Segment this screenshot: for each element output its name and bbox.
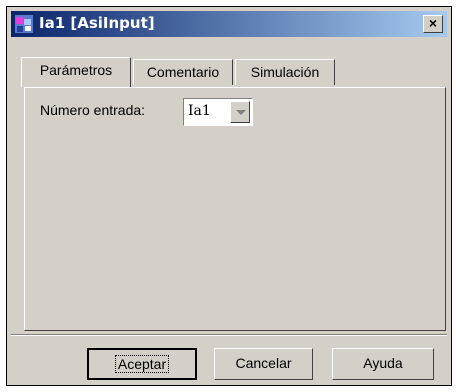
- close-icon: ×: [428, 15, 438, 31]
- tab-comentario-label: Comentario: [146, 64, 220, 80]
- close-button[interactable]: ×: [423, 15, 443, 33]
- cancel-button[interactable]: Cancelar: [214, 348, 313, 380]
- tab-simulacion[interactable]: Simulación: [235, 59, 335, 85]
- tab-parametros[interactable]: Parámetros: [21, 57, 131, 87]
- window-title: Ia1 [AsiInput]: [39, 14, 155, 32]
- tab-panel-parametros: Número entrada: Ia1: [24, 87, 446, 331]
- app-icon: [15, 15, 33, 33]
- chevron-down-icon[interactable]: [230, 101, 250, 123]
- entrada-select-value: Ia1: [188, 103, 211, 119]
- tab-comentario[interactable]: Comentario: [133, 59, 233, 85]
- entrada-label: Número entrada:: [40, 102, 146, 118]
- title-bar[interactable]: Ia1 [AsiInput] ×: [11, 11, 447, 37]
- accept-button[interactable]: Aceptar: [87, 348, 197, 380]
- divider: [11, 334, 447, 336]
- tab-simulacion-label: Simulación: [250, 64, 320, 80]
- help-button-label: Ayuda: [363, 355, 403, 371]
- help-button[interactable]: Ayuda: [332, 348, 434, 380]
- entrada-select[interactable]: Ia1: [183, 98, 253, 126]
- dialog-window: Ia1 [AsiInput] × Parámetros Comentario S…: [6, 6, 452, 386]
- accept-button-label: Aceptar: [114, 355, 170, 373]
- tab-parametros-label: Parámetros: [39, 62, 113, 78]
- cancel-button-label: Cancelar: [235, 355, 292, 371]
